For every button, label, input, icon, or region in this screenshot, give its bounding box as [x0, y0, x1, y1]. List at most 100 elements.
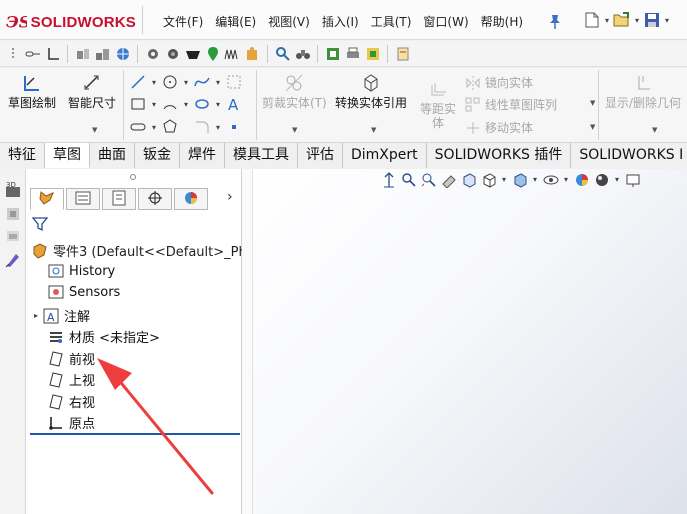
chevron-right-icon[interactable]: › — [227, 189, 233, 205]
filter-icon[interactable] — [31, 216, 49, 232]
tab-dimxpert[interactable]: DimXpert — [343, 143, 427, 168]
print-icon[interactable] — [344, 45, 361, 62]
tab-feature-tree[interactable] — [30, 188, 64, 210]
customize-icon[interactable] — [394, 45, 411, 62]
rollback-bar[interactable] — [30, 433, 240, 435]
view-orientation-icon[interactable] — [460, 171, 477, 188]
save-icon[interactable] — [643, 11, 661, 29]
tab-solidworks-more[interactable]: SOLIDWORKS I — [571, 143, 687, 168]
open-dropdown-icon[interactable]: ▾ — [633, 16, 641, 25]
section-view-icon[interactable] — [440, 171, 457, 188]
smart-dimension-button[interactable]: 智能尺寸 — [68, 72, 116, 111]
tree-item-history[interactable]: History — [48, 263, 115, 279]
view-settings-icon[interactable] — [624, 171, 641, 188]
move-entities-button[interactable]: 移动实体 — [465, 119, 533, 136]
zoom-area-icon[interactable] — [400, 171, 417, 188]
pin-menu-icon[interactable] — [548, 14, 562, 30]
fillet-icon[interactable] — [194, 119, 210, 135]
hide-show-items-icon[interactable] — [511, 171, 528, 188]
tab-features[interactable]: 特征 — [0, 143, 45, 168]
linear-pattern-button[interactable]: 线性草图阵列 — [465, 96, 557, 113]
text-tool-icon[interactable]: A — [226, 96, 242, 112]
tab-property-manager[interactable] — [66, 188, 100, 210]
design-library-icon[interactable] — [4, 205, 22, 223]
binoculars-icon[interactable] — [294, 45, 311, 62]
dimension-dropdown-icon[interactable]: ▼ — [92, 126, 97, 134]
menu-insert[interactable]: 插入(I) — [316, 12, 365, 32]
tree-item-top-plane[interactable]: 上视 — [48, 370, 95, 389]
ellipse-icon[interactable] — [194, 96, 210, 112]
graphics-area[interactable] — [242, 169, 687, 514]
circle-icon[interactable] — [162, 74, 178, 90]
bowl-icon[interactable] — [184, 45, 201, 62]
scene-dropdown-icon[interactable]: ▾ — [613, 175, 621, 184]
arc-icon[interactable] — [162, 96, 178, 112]
menu-window[interactable]: 窗口(W) — [417, 12, 474, 32]
solidworks-logo[interactable]: ЭS SOLIDWORKS — [6, 10, 136, 34]
hide-show-dropdown-icon[interactable]: ▾ — [531, 175, 539, 184]
save-dropdown-icon[interactable]: ▾ — [663, 16, 671, 25]
search-icon[interactable] — [274, 45, 291, 62]
polygon-icon[interactable] — [162, 119, 178, 135]
edit-appearance-icon[interactable] — [573, 171, 590, 188]
menu-edit[interactable]: 编辑(E) — [209, 12, 262, 32]
expand-arrow-icon[interactable]: ▸ — [34, 311, 38, 320]
assembly-icon[interactable] — [94, 45, 111, 62]
display-style-icon[interactable] — [480, 171, 497, 188]
location-pin-icon[interactable] — [204, 45, 221, 62]
grid-icon[interactable] — [226, 74, 242, 90]
tree-item-front-plane[interactable]: 前视 — [48, 349, 95, 368]
relations-dropdown-icon[interactable]: ▼ — [652, 126, 657, 134]
spline-dropdown-icon[interactable]: ▾ — [214, 78, 222, 87]
export-icon[interactable] — [324, 45, 341, 62]
corner-icon[interactable] — [44, 45, 61, 62]
new-dropdown-icon[interactable]: ▾ — [603, 16, 611, 25]
settings-gear-icon[interactable] — [164, 45, 181, 62]
previous-view-icon[interactable] — [420, 171, 437, 188]
dimension-icon[interactable] — [74, 45, 91, 62]
menu-help[interactable]: 帮助(H) — [475, 12, 529, 32]
gear-icon[interactable] — [144, 45, 161, 62]
open-file-icon[interactable] — [613, 11, 631, 29]
slot-dropdown-icon[interactable]: ▾ — [150, 123, 158, 132]
tree-item-material[interactable]: 材质 <未指定> — [48, 327, 160, 346]
spline-icon[interactable] — [194, 74, 210, 90]
point-icon[interactable] — [226, 119, 242, 135]
new-document-icon[interactable] — [583, 11, 601, 29]
display-style-dropdown-icon[interactable]: ▾ — [500, 175, 508, 184]
convert-entities-button[interactable]: 转换实体引用 — [335, 72, 407, 111]
menu-view[interactable]: 视图(V) — [262, 12, 316, 32]
offset-entities-button[interactable]: 等距实 体 — [420, 80, 456, 130]
tree-item-sensors[interactable]: Sensors — [48, 284, 120, 300]
appearances-icon[interactable] — [4, 251, 22, 269]
mirror-entities-button[interactable]: 镜向实体 — [465, 74, 533, 91]
show-hide-relations-button[interactable]: 显示/删除几何 — [605, 72, 681, 111]
trim-entities-button[interactable]: 剪裁实体(T) — [262, 72, 327, 111]
tree-item-right-plane[interactable]: 右视 — [48, 392, 95, 411]
tab-configuration-manager[interactable] — [102, 188, 136, 210]
file-explorer-icon[interactable] — [4, 227, 22, 245]
link-icon[interactable] — [24, 45, 41, 62]
options-icon[interactable] — [364, 45, 381, 62]
trim-dropdown-icon[interactable]: ▼ — [292, 126, 297, 134]
tree-item-annotations[interactable]: ▸ A 注解 — [34, 306, 90, 325]
tab-surfaces[interactable]: 曲面 — [90, 143, 135, 168]
tab-solidworks-addins[interactable]: SOLIDWORKS 插件 — [426, 143, 572, 168]
eye-dropdown-icon[interactable]: ▾ — [562, 175, 570, 184]
globe-icon[interactable] — [114, 45, 131, 62]
arc-dropdown-icon[interactable]: ▾ — [182, 100, 190, 109]
ellipse-dropdown-icon[interactable]: ▾ — [214, 100, 222, 109]
3d-view-icon[interactable]: 3D — [4, 181, 22, 199]
puzzle-icon[interactable] — [244, 45, 261, 62]
line-icon[interactable] — [130, 74, 146, 90]
sketch-button[interactable]: 草图绘制 — [8, 72, 56, 111]
circle-dropdown-icon[interactable]: ▾ — [182, 78, 190, 87]
scene-icon[interactable] — [593, 171, 610, 188]
fillet-dropdown-icon[interactable]: ▾ — [214, 123, 222, 132]
tab-sketch[interactable]: 草图 — [45, 143, 90, 168]
menu-file[interactable]: 文件(F) — [157, 12, 209, 32]
convert-dropdown-icon[interactable]: ▼ — [371, 126, 376, 134]
rectangle-icon[interactable] — [130, 96, 146, 112]
tab-display-manager[interactable] — [174, 188, 208, 210]
tab-sheet-metal[interactable]: 钣金 — [135, 143, 180, 168]
